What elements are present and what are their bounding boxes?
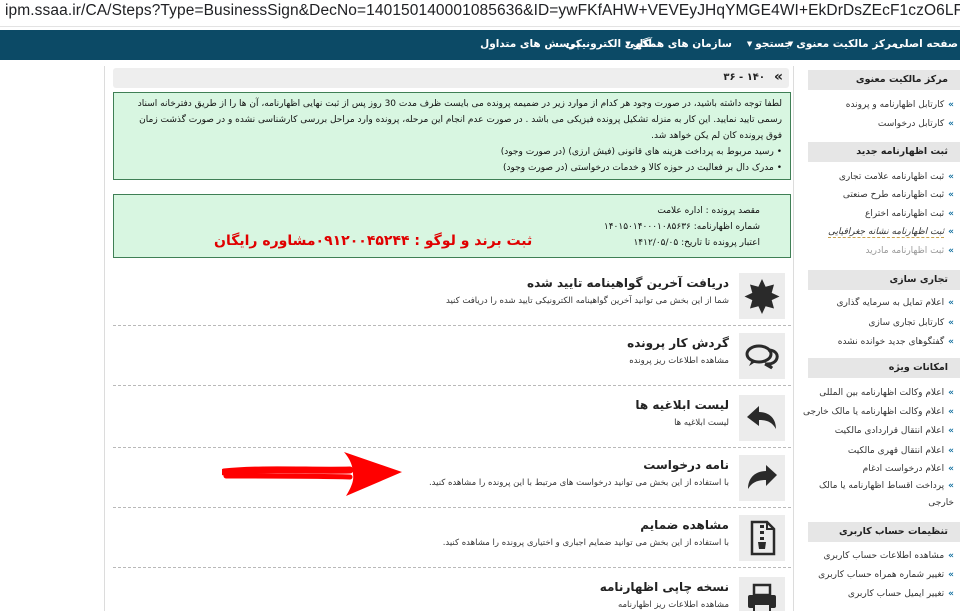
action-title[interactable]: گردش کار پرونده	[627, 336, 729, 350]
sidebar-item[interactable]: »مشاهده اطلاعات حساب کاربری	[808, 549, 954, 563]
chat-bubbles-icon[interactable]	[739, 333, 785, 379]
case-number: ۱۴۰ - ۳۶	[723, 72, 765, 83]
chevron-icon: »	[948, 446, 954, 456]
destination-text: مقصد پرونده : اداره علامت	[657, 206, 760, 216]
chevron-icon: »	[948, 172, 954, 182]
chevron-icon: »	[948, 464, 954, 474]
chevron-icon: »	[948, 100, 954, 110]
chevron-icon: »	[948, 298, 954, 308]
sidebar-item[interactable]: »اعلام تمایل به سرمایه گذاری	[808, 296, 955, 310]
sidebar-item[interactable]: »ثبت اظهارنامه علامت تجاری	[808, 170, 954, 184]
action-title[interactable]: مشاهده ضمایم	[640, 518, 729, 532]
promo-text: ثبت برند و لوگو : ۰۹۱۲۰۰۴۵۲۴۴مشاوره رایگ…	[214, 233, 533, 249]
sidebar-item[interactable]: »اعلام درخواست ادغام	[808, 462, 954, 476]
action-desc: با استفاده از این بخش می توانید ضمایم اج…	[442, 538, 729, 548]
chevron-icon: »	[948, 227, 954, 237]
chevron-icon: »	[948, 570, 954, 580]
url-text[interactable]: ipm.ssaa.ir/CA/Steps?Type=BusinessSign&D…	[5, 2, 960, 20]
chevron-icon: »	[948, 337, 954, 347]
action-row-workflow[interactable]: گردش کار پرونده مشاهده اطلاعات ریز پروند…	[113, 328, 791, 386]
chevron-icon: »	[948, 190, 954, 200]
nav-search[interactable]: جستجو▼	[747, 38, 792, 50]
address-bar[interactable]: ipm.ssaa.ir/CA/Steps?Type=BusinessSign&D…	[0, 0, 960, 27]
sidebar-item[interactable]: »اعلام انتقال قهری مالکیت	[808, 444, 954, 458]
badge-icon[interactable]	[739, 273, 785, 319]
notice-text: لطفا توجه داشته باشید، در صورت وجود هر ک…	[137, 99, 782, 141]
red-arrow-annotation-icon	[222, 452, 402, 496]
chevron-icon: »	[948, 407, 954, 417]
top-nav: صفحه اصلی مرکز مالکیت معنوی▼ جستجو▼ سازم…	[0, 30, 960, 60]
action-title[interactable]: دریافت آخرین گواهینامه تایید شده	[527, 276, 729, 290]
chevron-icon: »	[948, 589, 954, 599]
sidebar-item[interactable]: »اعلام وکالت اظهارنامه یا مالک خارجی	[803, 405, 954, 419]
sidebar-item[interactable]: »کارتابل درخواست	[808, 117, 954, 131]
forward-arrow-icon[interactable]	[739, 455, 785, 501]
sidebar-item[interactable]: »کارتابل اظهارنامه و پرونده	[808, 98, 954, 112]
sidebar-header: امکانات ویژه	[808, 358, 960, 378]
sidebar-header: تنظیمات حساب کاربری	[808, 522, 960, 542]
chevron-down-icon: ▼	[746, 40, 753, 48]
action-row-notices[interactable]: لیست ابلاغیه ها لیست ابلاغیه ها	[113, 390, 791, 448]
action-title[interactable]: نامه درخواست	[643, 458, 729, 472]
sidebar-item[interactable]: »ثبت اظهارنامه نشانه جغرافیایی	[808, 225, 954, 239]
chevron-icon: »	[948, 119, 954, 129]
action-row-certificate[interactable]: دریافت آخرین گواهینامه تایید شده شما از …	[113, 268, 791, 326]
chevron-icon: »	[948, 246, 954, 256]
action-row-print[interactable]: نسخه چاپی اظهارنامه مشاهده اطلاعات ریز ا…	[113, 572, 791, 611]
action-desc: مشاهده اطلاعات ریز اظهارنامه	[617, 600, 729, 610]
case-info-box: مقصد پرونده : اداره علامت شماره اظهارنام…	[113, 194, 791, 258]
sidebar-item[interactable]: »گفتگوهای جدید خوانده نشده	[808, 335, 954, 349]
action-desc: با استفاده از این بخش می توانید درخواست …	[428, 478, 729, 488]
action-title[interactable]: نسخه چاپی اظهارنامه	[600, 580, 729, 594]
action-desc: شما از این بخش می توانید آخرین گواهینامه…	[446, 296, 729, 306]
chevron-icon: »	[948, 209, 954, 219]
chevron-icon: »	[948, 481, 954, 491]
validity-date: اعتبار پرونده تا تاریخ: ۱۴۱۲/۰۵/۰۵	[633, 238, 760, 248]
sidebar-header: تجاری سازی	[808, 270, 960, 290]
sidebar: مرکز مالکیت معنوی »کارتابل اظهارنامه و پ…	[803, 66, 960, 611]
sidebar-item[interactable]: »اعلام انتقال قراردادی مالکیت	[808, 424, 954, 438]
reply-arrow-icon[interactable]	[739, 395, 785, 441]
chevron-icon: »	[948, 388, 954, 398]
sidebar-header: مرکز مالکیت معنوی	[808, 70, 960, 90]
sidebar-item[interactable]: »اعلام وکالت اظهارنامه بین المللی	[808, 386, 954, 400]
sidebar-header: ثبت اظهارنامه جدید	[808, 142, 960, 162]
action-row-attachments[interactable]: مشاهده ضمایم با استفاده از این بخش می تو…	[113, 510, 791, 568]
chevron-icon: »	[948, 426, 954, 436]
breadcrumb: » ۱۴۰ - ۳۶	[113, 68, 789, 88]
sidebar-item[interactable]: »ثبت اظهارنامه مادرید	[808, 244, 954, 258]
notice-bullet: • مدرک دال بر فعالیت در حوزه کالا و خدما…	[503, 163, 782, 173]
double-chevron-icon: »	[773, 69, 783, 85]
action-desc: مشاهده اطلاعات ریز پرونده	[629, 356, 729, 366]
notice-box: لطفا توجه داشته باشید، در صورت وجود هر ک…	[113, 92, 791, 180]
sidebar-item[interactable]: »ثبت اظهارنامه اختراع	[808, 207, 954, 221]
notice-bullet: • رسید مربوط به پرداخت هزینه های قانونی …	[500, 147, 782, 157]
nav-faq[interactable]: پرسش های متداول	[480, 38, 580, 50]
sidebar-item[interactable]: »کارتابل تجاری سازی	[808, 316, 954, 330]
printer-icon[interactable]	[739, 577, 785, 611]
sidebar-item[interactable]: »تغییر ایمیل حساب کاربری	[808, 587, 954, 601]
sidebar-item[interactable]: »تغییر شماره همراه حساب کاربری	[808, 568, 954, 582]
zip-file-icon[interactable]	[739, 515, 785, 561]
sidebar-item[interactable]: »پرداخت اقساط اظهارنامه یا مالک خارجی	[808, 478, 954, 512]
declaration-number: شماره اظهارنامه: ۱۴۰۱۵۰۱۴۰۰۰۱۰۸۵۶۳۶	[603, 222, 760, 232]
action-title[interactable]: لیست ابلاغیه ها	[635, 398, 729, 412]
sidebar-item[interactable]: »ثبت اظهارنامه طرح صنعتی	[808, 188, 954, 202]
action-desc: لیست ابلاغیه ها	[674, 418, 729, 428]
action-row-request-letter[interactable]: نامه درخواست با استفاده از این بخش می تو…	[113, 450, 791, 508]
chevron-icon: »	[948, 318, 954, 328]
chevron-icon: »	[948, 551, 954, 561]
main-panel: » ۱۴۰ - ۳۶ لطفا توجه داشته باشید، در صور…	[104, 66, 794, 611]
nav-home[interactable]: صفحه اصلی	[894, 38, 958, 50]
nav-ip-center[interactable]: مرکز مالکیت معنوی▼	[788, 38, 898, 50]
